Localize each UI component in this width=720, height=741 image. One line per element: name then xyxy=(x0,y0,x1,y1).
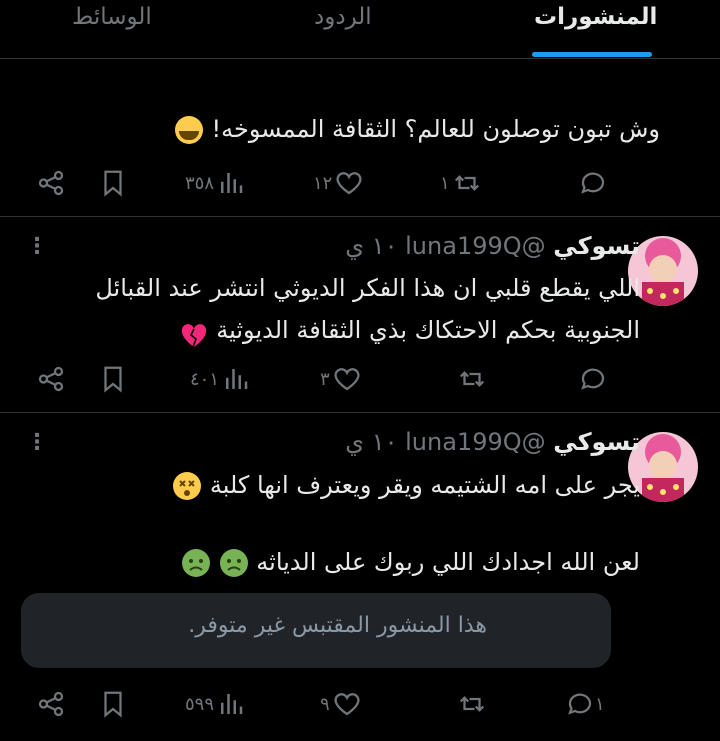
post-actions: ١ ٩ ٥٩٩ xyxy=(0,684,720,724)
like-button[interactable]: ٣ xyxy=(320,359,362,399)
views-button[interactable]: ٤٠١ xyxy=(190,359,251,399)
repost-count: ١ xyxy=(440,172,450,194)
bookmark-icon xyxy=(98,364,128,394)
like-count: ٣ xyxy=(320,368,330,390)
tab-posts[interactable]: المنشورات xyxy=(534,4,657,30)
post-text-line: اللي يقطع قلبي ان هذا الفكر الديوثي انتش… xyxy=(95,274,640,302)
post-actions: ١ ١٢ ٣٥٨ xyxy=(0,163,720,203)
like-button[interactable]: ٩ xyxy=(320,684,362,724)
reply-icon xyxy=(565,689,595,719)
bookmark-icon xyxy=(98,168,128,198)
more-icon[interactable]: ⋮ xyxy=(26,430,48,455)
repost-icon xyxy=(452,168,482,198)
reply-button[interactable]: ١ xyxy=(565,684,607,724)
loudly-crying-face-icon xyxy=(174,116,203,144)
repost-button[interactable] xyxy=(455,359,487,399)
post-text: لعن الله اجدادك اللي ربوك على الدياثه xyxy=(181,541,640,583)
views-icon xyxy=(216,168,246,198)
share-button[interactable] xyxy=(36,359,66,399)
like-count: ١٢ xyxy=(313,172,333,194)
username[interactable]: @luna199Q xyxy=(405,428,546,456)
display-name[interactable]: تسوكي xyxy=(553,232,640,260)
quoted-post-message: هذا المنشور المقتبس غير متوفر. xyxy=(188,613,487,638)
reply-icon xyxy=(578,168,608,198)
post-header: تسوكي @luna199Q ١٠ ي xyxy=(345,232,640,260)
post-header: تسوكي @luna199Q ١٠ ي xyxy=(345,428,640,456)
heart-icon xyxy=(332,689,362,719)
timestamp[interactable]: ١٠ ي xyxy=(345,232,397,260)
bookmark-button[interactable] xyxy=(98,684,128,724)
bookmark-button[interactable] xyxy=(98,163,128,203)
post-text: وش تبون توصلون للعالم؟ الثقافة الممسوخه! xyxy=(174,108,660,150)
like-button[interactable]: ١٢ xyxy=(313,163,364,203)
tab-media[interactable]: الوسائط xyxy=(72,4,152,30)
post-text: يجر على امه الشتيمه ويقر ويعترف انها كلب… xyxy=(172,464,640,506)
more-icon[interactable]: ⋮ xyxy=(26,234,48,259)
post-divider xyxy=(0,412,720,413)
share-button[interactable] xyxy=(36,163,66,203)
bookmark-icon xyxy=(98,689,128,719)
views-button[interactable]: ٣٥٨ xyxy=(185,163,246,203)
views-icon xyxy=(221,364,251,394)
display-name[interactable]: تسوكي xyxy=(553,428,640,456)
post-text-line: وش تبون توصلون للعالم؟ الثقافة الممسوخه! xyxy=(211,115,660,143)
timestamp[interactable]: ١٠ ي xyxy=(345,428,397,456)
nauseated-face-icon xyxy=(181,549,210,577)
share-icon xyxy=(36,168,66,198)
views-icon xyxy=(216,689,246,719)
profile-tabs: المنشورات الردود الوسائط xyxy=(0,0,720,59)
repost-button[interactable] xyxy=(455,684,487,724)
quoted-post-unavailable[interactable]: هذا المنشور المقتبس غير متوفر. xyxy=(21,593,611,668)
reply-icon xyxy=(578,364,608,394)
broken-heart-icon xyxy=(180,319,208,348)
view-count: ٣٥٨ xyxy=(185,172,215,194)
views-button[interactable]: ٥٩٩ xyxy=(185,684,246,724)
reply-button[interactable] xyxy=(578,163,610,203)
post-text: اللي يقطع قلبي ان هذا الفكر الديوثي انتش… xyxy=(95,267,640,351)
dizzy-face-icon xyxy=(173,472,202,500)
share-icon xyxy=(36,364,66,394)
repost-icon xyxy=(457,364,487,394)
heart-icon xyxy=(332,364,362,394)
post-actions: ٣ ٤٠١ xyxy=(0,359,720,399)
view-count: ٤٠١ xyxy=(190,368,220,390)
reply-button[interactable] xyxy=(578,359,610,399)
repost-icon xyxy=(457,689,487,719)
like-count: ٩ xyxy=(320,693,330,715)
post-text-line: لعن الله اجدادك اللي ربوك على الدياثه xyxy=(256,548,640,576)
view-count: ٥٩٩ xyxy=(185,693,215,715)
bookmark-button[interactable] xyxy=(98,359,128,399)
share-button[interactable] xyxy=(36,684,66,724)
reply-count: ١ xyxy=(595,693,605,715)
post-divider xyxy=(0,216,720,217)
username[interactable]: @luna199Q xyxy=(405,232,546,260)
post-text-line: الجنوبية بحكم الاحتكاك بذي الثقافة الديو… xyxy=(216,316,640,344)
share-icon xyxy=(36,689,66,719)
active-tab-indicator xyxy=(532,52,652,57)
tab-replies[interactable]: الردود xyxy=(314,4,372,30)
nauseated-face-icon xyxy=(219,549,248,577)
repost-button[interactable]: ١ xyxy=(440,163,482,203)
heart-icon xyxy=(334,168,364,198)
post-text-line: يجر على امه الشتيمه ويقر ويعترف انها كلب… xyxy=(209,471,640,499)
